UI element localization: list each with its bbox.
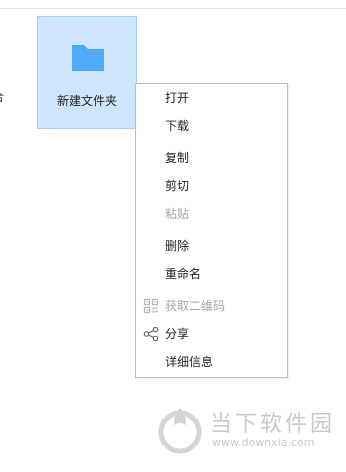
menu-item-cut[interactable]: 剪切: [136, 175, 287, 197]
menu-item-delete[interactable]: 删除: [136, 235, 287, 257]
context-menu: 打开 下载 复制 剪切 粘贴 删除 重命名 获取二维码 分享 详细信息: [135, 83, 288, 378]
menu-item-label: 删除: [165, 239, 190, 253]
qrcode-icon: [143, 298, 159, 314]
folder-name-label: 新建文件夹: [56, 94, 117, 108]
menu-item-label: 重命名: [165, 267, 202, 281]
adjacent-item-label-fragment: 合: [0, 88, 4, 105]
menu-item-label: 复制: [165, 151, 190, 165]
menu-item-label: 分享: [165, 327, 190, 341]
menu-item-label: 详细信息: [165, 355, 214, 369]
menu-item-paste: 粘贴: [136, 203, 287, 225]
site-watermark: 当下软件园 www.downxia.com: [158, 404, 332, 454]
folder-item-new-folder[interactable]: 新建文件夹: [37, 16, 137, 129]
share-icon: [143, 326, 159, 342]
menu-item-label: 粘贴: [165, 207, 190, 221]
menu-item-label: 剪切: [165, 179, 190, 193]
menu-item-download[interactable]: 下载: [136, 115, 287, 137]
site-logo-icon: [158, 408, 202, 454]
menu-item-label: 打开: [165, 91, 190, 105]
menu-item-open[interactable]: 打开: [136, 87, 287, 109]
menu-item-copy[interactable]: 复制: [136, 147, 287, 169]
menu-item-get-qrcode: 获取二维码: [136, 295, 287, 317]
menu-item-label: 获取二维码: [165, 299, 226, 313]
folder-icon: [72, 45, 104, 71]
top-divider: [0, 8, 346, 9]
watermark-url: www.downxia.com: [212, 436, 315, 449]
watermark-title: 当下软件园: [210, 412, 336, 437]
menu-item-share[interactable]: 分享: [136, 323, 287, 345]
menu-item-details[interactable]: 详细信息: [136, 351, 287, 373]
menu-item-rename[interactable]: 重命名: [136, 263, 287, 285]
menu-item-label: 下载: [165, 119, 190, 133]
